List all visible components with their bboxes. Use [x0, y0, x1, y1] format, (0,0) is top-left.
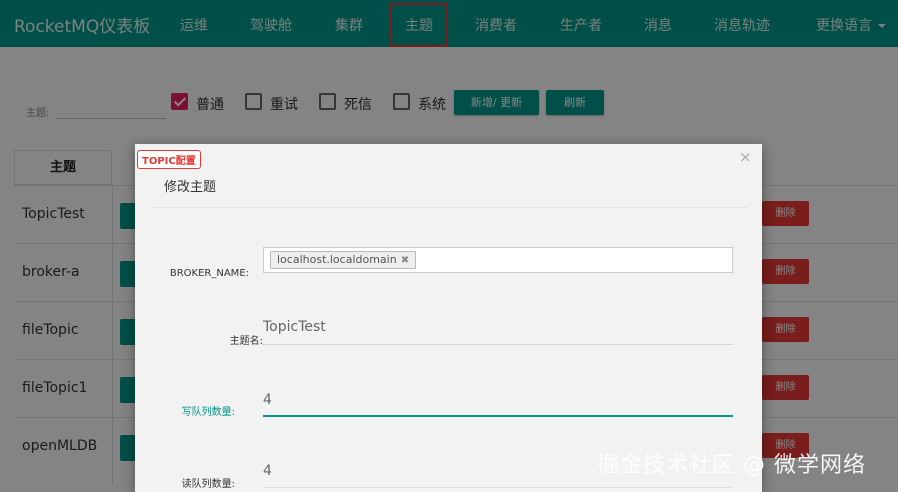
read-queue-label: 读队列数量:: [181, 479, 235, 490]
broker-chip: localhost.localdomain ✖: [270, 251, 417, 269]
topic-name-field[interactable]: TopicTest: [263, 319, 326, 335]
dialog-divider: [153, 207, 747, 208]
read-queue-underline: [263, 487, 733, 488]
broker-name-select[interactable]: localhost.localdomain ✖: [263, 247, 733, 273]
topic-config-dialog: TOPIC配置 × 修改主题 BROKER_NAME: localhost.lo…: [135, 144, 762, 492]
broker-name-label: BROKER_NAME:: [169, 268, 249, 279]
topic-name-label: 主题名:: [229, 336, 263, 347]
write-queue-label: 写队列数量:: [181, 407, 235, 418]
topic-config-badge: TOPIC配置: [137, 150, 201, 169]
read-queue-field[interactable]: 4: [263, 463, 272, 479]
broker-chip-label: localhost.localdomain: [277, 253, 397, 266]
write-queue-underline: [263, 415, 733, 417]
dialog-title: 修改主题: [164, 180, 217, 195]
write-queue-field[interactable]: 4: [263, 392, 272, 408]
remove-icon[interactable]: ✖: [401, 255, 409, 266]
close-icon[interactable]: ×: [739, 148, 752, 166]
topic-name-underline: [263, 344, 733, 345]
watermark-text: 掘金技术社区 @ 微学网络: [597, 453, 866, 478]
